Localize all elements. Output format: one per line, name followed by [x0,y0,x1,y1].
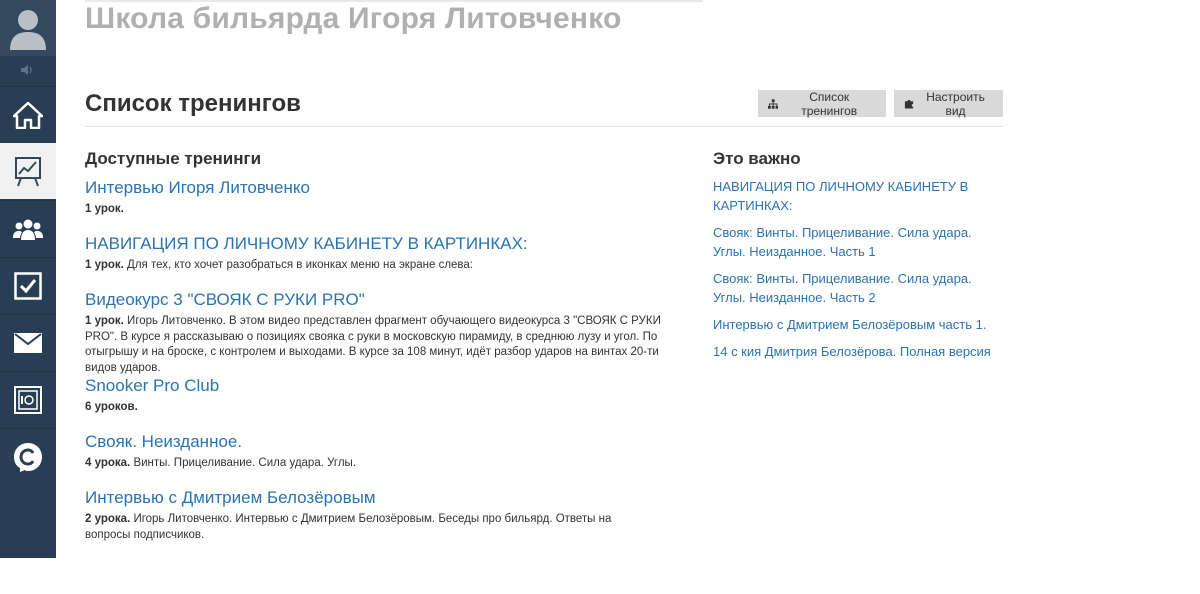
lesson-count: 6 уроков. [85,401,138,413]
home-icon [13,101,43,129]
training-desc: 1 урок. Игорь Литовченко. В этом видео п… [85,314,677,376]
lesson-count: 1 урок. [85,259,124,271]
chart-board-icon [15,156,41,186]
important-link[interactable]: Интервью с Дмитрием Белозёровым часть 1. [713,315,993,334]
sidebar-item-safe[interactable] [0,371,56,427]
sidebar-item-messages[interactable] [0,314,56,370]
important-link[interactable]: Свояк: Винты. Прицеливание. Сила удара. … [713,269,993,307]
available-trainings-title: Доступные тренинги [85,149,262,168]
lesson-count: 1 урок. [85,203,124,215]
sidebar-item-trainings[interactable] [0,143,56,199]
training-link[interactable]: Видеокурс 3 "СВОЯК С РУКИ PRO" [85,288,685,312]
lesson-count: 2 урока. [85,513,131,525]
important-title: Это важно [713,149,801,168]
training-link[interactable]: НАВИГАЦИЯ ПО ЛИЧНОМУ КАБИНЕТУ В КАРТИНКА… [85,232,528,256]
training-link[interactable]: Интервью Игоря Литовченко [85,176,310,200]
header-divider [85,126,1003,127]
training-list-button[interactable]: Список тренингов [758,89,886,118]
customize-view-button[interactable]: Настроить вид [894,89,1003,118]
page-title: Список тренингов [85,90,301,117]
training-item: Snooker Pro Club 6 уроков. [85,374,219,416]
safe-icon [14,385,42,414]
lesson-count: 1 урок. [85,315,124,327]
important-links: НАВИГАЦИЯ ПО ЛИЧНОМУ КАБИНЕТУ В КАРТИНКА… [713,177,993,369]
training-link[interactable]: Snooker Pro Club [85,374,219,398]
training-description: Игорь Литовченко. Интервью с Дмитрием Бе… [85,513,612,541]
sidebar-item-home[interactable] [0,86,56,142]
mail-icon [14,332,42,353]
sidebar-item-c[interactable] [0,428,56,484]
training-desc: 1 урок. [85,202,310,218]
sidebar-item-users[interactable] [0,200,56,256]
training-desc: 4 урока. Винты. Прицеливание. Сила удара… [85,456,356,472]
sidebar-item-tasks[interactable] [0,257,56,313]
users-icon [13,219,43,240]
training-description: Игорь Литовченко. В этом видео представл… [85,315,661,374]
training-item: НАВИГАЦИЯ ПО ЛИЧНОМУ КАБИНЕТУ В КАРТИНКА… [85,232,528,274]
school-title: Школа бильярда Игоря Литовченко [85,2,622,35]
training-desc: 6 уроков. [85,400,219,416]
important-link[interactable]: НАВИГАЦИЯ ПО ЛИЧНОМУ КАБИНЕТУ В КАРТИНКА… [713,177,993,215]
training-item: Видеокурс 3 "СВОЯК С РУКИ PRO" 1 урок. И… [85,288,685,376]
training-description: Для тех, кто хочет разобраться в иконках… [127,259,474,271]
checkbox-icon [14,271,42,300]
training-desc: 1 урок. Для тех, кто хочет разобраться в… [85,258,528,274]
speaker-icon [21,65,32,75]
sound-toggle[interactable] [0,56,56,84]
important-link[interactable]: 14 с кия Дмитрия Белозёрова. Полная верс… [713,342,993,361]
lesson-count: 4 урока. [85,457,131,469]
training-item: Интервью с Дмитрием Белозёровым 2 урока.… [85,486,685,543]
sidebar [0,0,56,558]
customize-view-button-label: Настроить вид [926,89,985,118]
avatar[interactable] [0,0,56,56]
training-list-button-label: Список тренингов [801,89,858,118]
training-item: Интервью Игоря Литовченко 1 урок. [85,176,310,218]
c-logo-icon [14,442,42,472]
puzzle-icon [904,99,914,109]
training-desc: 2 урока. Игорь Литовченко. Интервью с Дм… [85,512,645,543]
important-link[interactable]: Свояк: Винты. Прицеливание. Сила удара. … [713,223,993,261]
training-link[interactable]: Свояк. Неизданное. [85,430,356,454]
sitemap-icon [768,98,779,109]
training-item: Свояк. Неизданное. 4 урока. Винты. Прице… [85,430,356,472]
training-description: Винты. Прицеливание. Сила удара. Углы. [133,457,357,469]
user-avatar-icon [10,10,46,50]
training-link[interactable]: Интервью с Дмитрием Белозёровым [85,486,685,510]
